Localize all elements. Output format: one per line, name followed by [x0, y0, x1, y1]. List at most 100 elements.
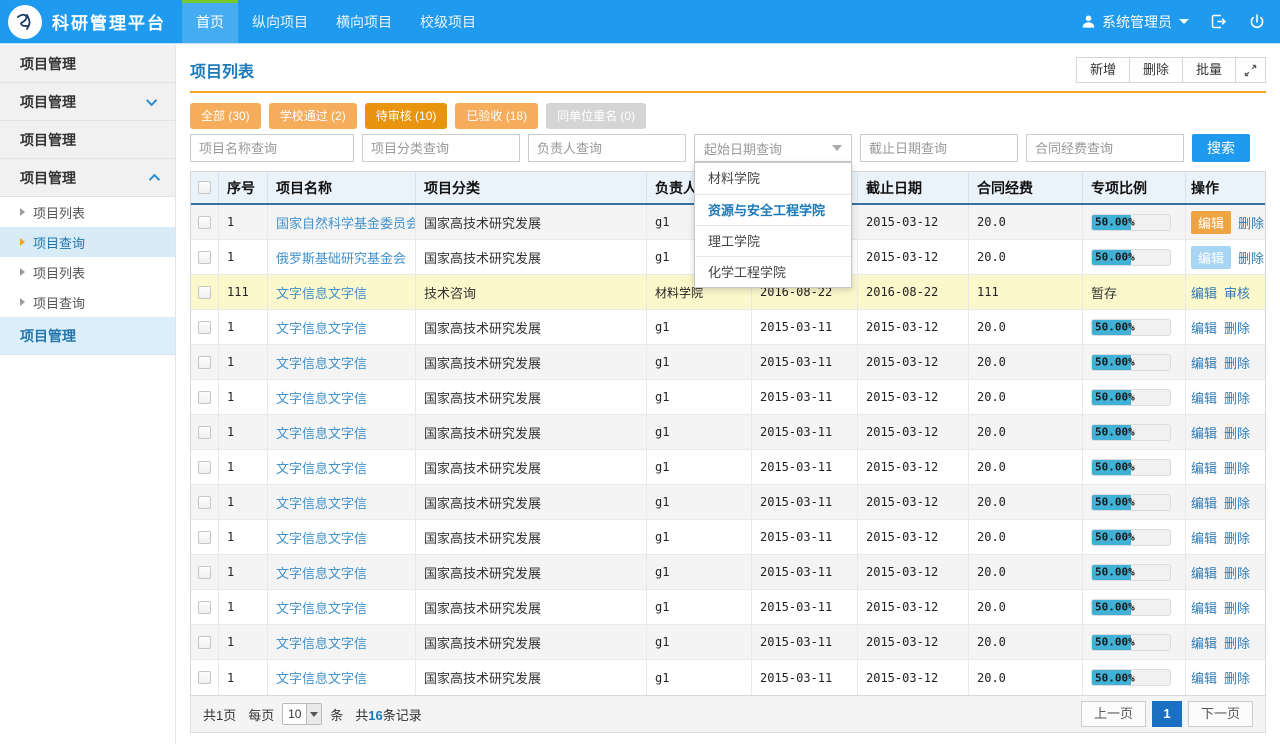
op-edit-button[interactable]: 编辑 — [1191, 493, 1217, 512]
page-1-button[interactable]: 1 — [1152, 701, 1182, 727]
op-delete-button[interactable]: 删除 — [1224, 668, 1250, 687]
row-checkbox[interactable] — [198, 496, 211, 509]
filter-button[interactable]: 已验收 (18) — [455, 103, 538, 129]
op-edit-button[interactable]: 编辑 — [1191, 668, 1217, 687]
op-edit-button[interactable]: 编辑 — [1191, 563, 1217, 582]
op-edit-button[interactable]: 编辑 — [1191, 528, 1217, 547]
cell-operations: 编辑删除 — [1186, 625, 1265, 659]
filter-button[interactable]: 学校通过 (2) — [269, 103, 357, 129]
row-checkbox[interactable] — [198, 286, 211, 299]
op-delete-button[interactable]: 删除 — [1224, 493, 1250, 512]
search-input-1[interactable] — [362, 134, 520, 162]
row-checkbox[interactable] — [198, 636, 211, 649]
select-all-checkbox[interactable] — [198, 181, 211, 194]
filter-button[interactable]: 全部 (30) — [190, 103, 261, 129]
per-page-dropdown-button[interactable] — [306, 704, 321, 724]
prev-page-button[interactable]: 上一页 — [1081, 701, 1146, 727]
top-nav-tab[interactable]: 首页 — [182, 0, 238, 44]
op-delete-button[interactable]: 删除 — [1224, 563, 1250, 582]
search-input-4[interactable] — [860, 134, 1018, 162]
op-edit-button[interactable]: 编辑 — [1191, 598, 1217, 617]
project-name-link[interactable]: 文字信息文字信 — [276, 423, 367, 442]
project-name-link[interactable]: 文字信息文字信 — [276, 493, 367, 512]
project-name-link[interactable]: 文字信息文字信 — [276, 458, 367, 477]
sidebar-sub-item[interactable]: 项目列表 — [0, 257, 175, 287]
per-page-select[interactable]: 10 — [282, 703, 322, 725]
op-edit-button[interactable]: 编辑 — [1191, 633, 1217, 652]
row-checkbox[interactable] — [198, 426, 211, 439]
op-delete-button[interactable]: 删除 — [1224, 423, 1250, 442]
row-checkbox[interactable] — [198, 461, 211, 474]
row-checkbox[interactable] — [198, 321, 211, 334]
project-name-link[interactable]: 文字信息文字信 — [276, 388, 367, 407]
row-checkbox[interactable] — [198, 356, 211, 369]
delete-button[interactable]: 删除 — [1129, 57, 1183, 83]
dropdown-option[interactable]: 化学工程学院 — [695, 256, 851, 287]
op-delete-button[interactable]: 删除 — [1224, 318, 1250, 337]
row-checkbox[interactable] — [198, 531, 211, 544]
filter-button[interactable]: 同单位重名 (0) — [546, 103, 646, 129]
op-delete-button[interactable]: 删除 — [1224, 528, 1250, 547]
dropdown-option[interactable]: 材料学院 — [695, 163, 851, 194]
op-delete-button[interactable]: 删除 — [1238, 248, 1264, 267]
sidebar-group-item[interactable]: 项目管理 — [0, 159, 175, 197]
logout-button[interactable] — [1209, 12, 1228, 31]
project-name-link[interactable]: 文字信息文字信 — [276, 353, 367, 372]
sidebar-group-item[interactable]: 项目管理 — [0, 45, 175, 83]
op-delete-button[interactable]: 删除 — [1224, 598, 1250, 617]
cell-fund: 20.0 — [969, 205, 1083, 239]
sidebar-sub-item[interactable]: 项目列表 — [0, 197, 175, 227]
top-nav-tab[interactable]: 横向项目 — [322, 0, 406, 44]
power-button[interactable] — [1248, 13, 1266, 31]
next-page-button[interactable]: 下一页 — [1188, 701, 1253, 727]
op-edit-button[interactable]: 编辑 — [1191, 423, 1217, 442]
op-edit-button[interactable]: 编辑 — [1191, 353, 1217, 372]
project-name-link[interactable]: 文字信息文字信 — [276, 528, 367, 547]
add-button[interactable]: 新增 — [1076, 57, 1130, 83]
op-delete-button[interactable]: 删除 — [1224, 388, 1250, 407]
project-name-link[interactable]: 文字信息文字信 — [276, 563, 367, 582]
project-name-link[interactable]: 文字信息文字信 — [276, 668, 367, 687]
search-input-0[interactable] — [190, 134, 354, 162]
op-edit-button[interactable]: 编辑 — [1191, 246, 1231, 269]
row-checkbox[interactable] — [198, 601, 211, 614]
search-input-5[interactable] — [1026, 134, 1184, 162]
sidebar-sub-item[interactable]: 项目查询 — [0, 287, 175, 317]
op-edit-button[interactable]: 编辑 — [1191, 283, 1217, 302]
search-input-2[interactable] — [528, 134, 686, 162]
project-name-link[interactable]: 文字信息文字信 — [276, 598, 367, 617]
batch-button[interactable]: 批量 — [1182, 57, 1236, 83]
filter-button[interactable]: 待审核 (10) — [365, 103, 448, 129]
user-menu[interactable]: 系统管理员 — [1081, 12, 1189, 32]
op-delete-button[interactable]: 删除 — [1224, 633, 1250, 652]
op-delete-button[interactable]: 删除 — [1238, 213, 1264, 232]
start-date-select[interactable]: 起始日期查询 — [694, 134, 852, 162]
op-edit-button[interactable]: 编辑 — [1191, 458, 1217, 477]
row-checkbox[interactable] — [198, 251, 211, 264]
sidebar-sub-item[interactable]: 项目查询 — [0, 227, 175, 257]
dropdown-option[interactable]: 理工学院 — [695, 225, 851, 256]
top-nav-tab[interactable]: 校级项目 — [406, 0, 490, 44]
project-name-link[interactable]: 国家自然科学基金委员会 — [276, 213, 416, 232]
op-edit-button[interactable]: 编辑 — [1191, 318, 1217, 337]
row-checkbox[interactable] — [198, 391, 211, 404]
sidebar-group-item[interactable]: 项目管理 — [0, 121, 175, 159]
op-delete-button[interactable]: 删除 — [1224, 353, 1250, 372]
row-checkbox[interactable] — [198, 216, 211, 229]
project-name-link[interactable]: 俄罗斯基础研究基金会 — [276, 248, 406, 267]
op-delete-button[interactable]: 删除 — [1224, 458, 1250, 477]
sidebar-group-item[interactable]: 项目管理 — [0, 317, 175, 355]
project-name-link[interactable]: 文字信息文字信 — [276, 283, 367, 302]
sidebar-group-item[interactable]: 项目管理 — [0, 83, 175, 121]
op-review-button[interactable]: 审核 — [1224, 283, 1250, 302]
expand-button[interactable] — [1235, 57, 1266, 83]
row-checkbox[interactable] — [198, 671, 211, 684]
search-button[interactable]: 搜索 — [1192, 134, 1250, 162]
project-name-link[interactable]: 文字信息文字信 — [276, 318, 367, 337]
project-name-link[interactable]: 文字信息文字信 — [276, 633, 367, 652]
op-edit-button[interactable]: 编辑 — [1191, 211, 1231, 234]
op-edit-button[interactable]: 编辑 — [1191, 388, 1217, 407]
dropdown-option[interactable]: 资源与安全工程学院 — [695, 194, 851, 225]
row-checkbox[interactable] — [198, 566, 211, 579]
top-nav-tab[interactable]: 纵向项目 — [238, 0, 322, 44]
